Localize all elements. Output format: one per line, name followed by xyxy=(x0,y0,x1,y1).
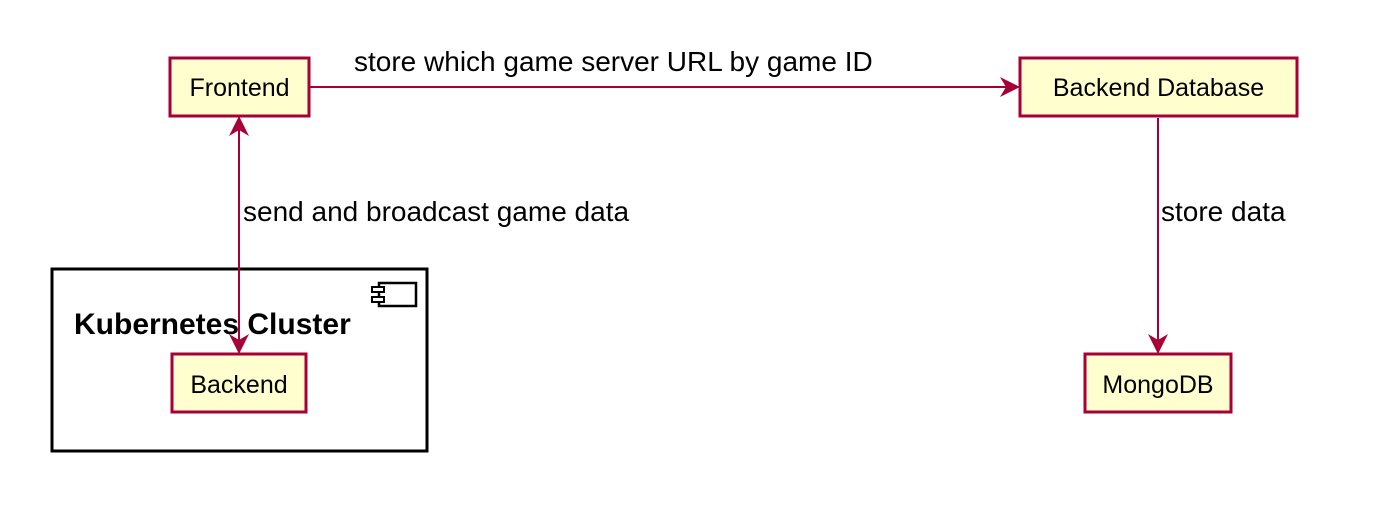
node-backend-label: Backend xyxy=(190,371,287,399)
cluster-label: Kubernetes Cluster xyxy=(74,308,351,341)
node-mongodb-label: MongoDB xyxy=(1102,371,1213,399)
node-frontend-label: Frontend xyxy=(189,74,289,102)
edge-label-store-data: store data xyxy=(1161,196,1286,227)
deployment-diagram: Kubernetes Cluster store which game serv… xyxy=(50,46,1299,453)
edge-label-store-url: store which game server URL by game ID xyxy=(354,46,873,77)
node-mongodb[interactable]: MongoDB xyxy=(1083,352,1233,414)
node-backend-database-label: Backend Database xyxy=(1053,74,1264,102)
node-backend[interactable]: Backend xyxy=(170,352,308,414)
node-frontend[interactable]: Frontend xyxy=(168,56,311,118)
component-icon xyxy=(371,281,418,308)
node-backend-database[interactable]: Backend Database xyxy=(1018,56,1299,118)
edge-label-send-broadcast: send and broadcast game data xyxy=(243,196,629,227)
